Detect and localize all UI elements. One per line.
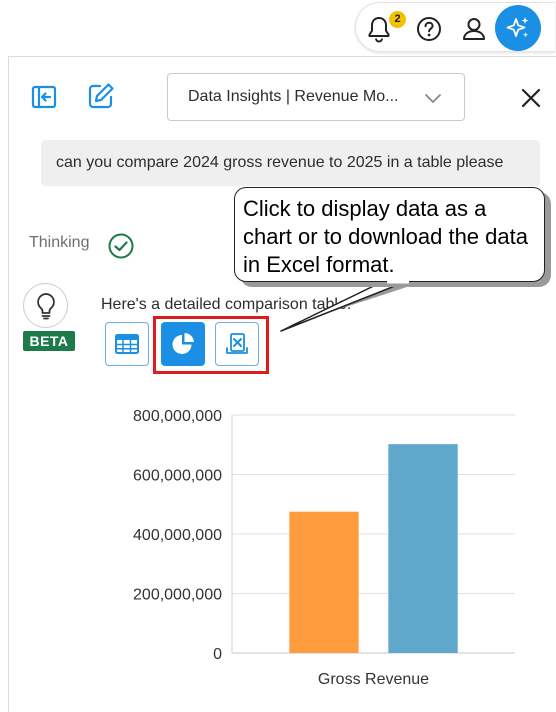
revenue-comparison-chart: 0 200,000,000 400,000,000 600,000,000 800,00… bbox=[100, 395, 540, 705]
check-circle-icon bbox=[108, 233, 134, 259]
profile-button[interactable] bbox=[457, 12, 491, 46]
question-icon bbox=[417, 17, 441, 41]
close-icon bbox=[521, 88, 541, 108]
y-tick-label: 200,000,000 bbox=[133, 587, 222, 604]
help-button[interactable] bbox=[412, 12, 446, 46]
x-category-label: Gross Revenue bbox=[318, 671, 429, 688]
collapse-panel-button[interactable] bbox=[27, 80, 61, 114]
edit-icon bbox=[88, 83, 114, 109]
insight-source-dropdown[interactable]: Data Insights | Revenue Mo... bbox=[167, 73, 465, 121]
y-tick-label: 0 bbox=[213, 646, 222, 663]
excel-icon bbox=[226, 333, 248, 354]
collapse-left-icon bbox=[31, 85, 57, 109]
bar-series-1[interactable] bbox=[289, 511, 359, 653]
user-icon bbox=[463, 18, 485, 40]
callout-note: Click to display data as a chart or to d… bbox=[234, 187, 545, 282]
sparkle-icon bbox=[506, 17, 529, 38]
user-message: can you compare 2024 gross revenue to 20… bbox=[41, 140, 540, 186]
assistant-reply: Here's a detailed comparison table: bbox=[101, 296, 352, 313]
ai-assistant-button[interactable] bbox=[495, 5, 541, 51]
chart-view-button[interactable] bbox=[161, 322, 205, 366]
table-icon bbox=[115, 334, 139, 354]
pie-chart-icon bbox=[172, 333, 194, 354]
notification-count-badge: 2 bbox=[389, 11, 406, 28]
thinking-label: Thinking bbox=[29, 234, 90, 251]
bar-chart: 0 200,000,000 400,000,000 600,000,000 800,00… bbox=[133, 408, 515, 688]
close-panel-button[interactable] bbox=[516, 83, 546, 113]
y-tick-label: 400,000,000 bbox=[133, 527, 222, 544]
chevron-down-icon bbox=[425, 94, 441, 103]
assistant-avatar bbox=[23, 283, 68, 328]
y-tick-label: 800,000,000 bbox=[133, 408, 222, 425]
bar-series-2[interactable] bbox=[388, 444, 458, 653]
top-navigation-bar: 2 bbox=[0, 0, 556, 56]
beta-badge: BETA bbox=[23, 331, 75, 351]
table-view-button[interactable] bbox=[105, 322, 149, 366]
dropdown-selected-value: Data Insights | Revenue Mo... bbox=[188, 88, 399, 105]
y-tick-label: 600,000,000 bbox=[133, 468, 222, 485]
new-chat-button[interactable] bbox=[84, 79, 118, 113]
lightbulb-icon bbox=[36, 292, 55, 319]
excel-download-button[interactable] bbox=[215, 322, 259, 366]
